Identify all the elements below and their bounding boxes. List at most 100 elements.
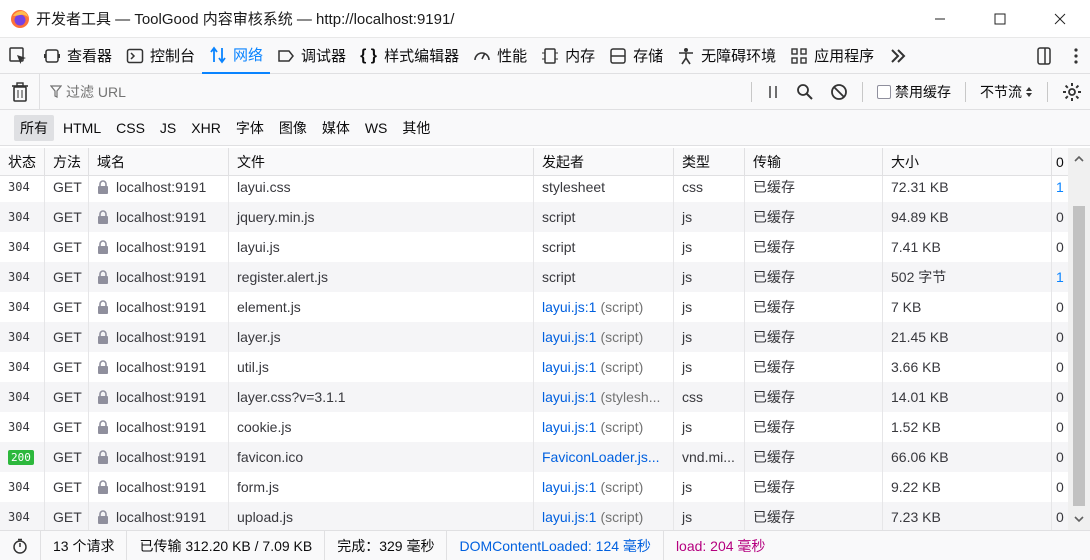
scroll-up-button[interactable] — [1068, 150, 1090, 168]
initiator-link[interactable]: layui.js:1 — [542, 359, 596, 375]
type-cell: js — [674, 202, 745, 232]
initiator-link[interactable]: layui.js:1 — [542, 389, 596, 405]
initiator-cell: layui.js:1 (script) — [534, 412, 674, 442]
initiator-link[interactable]: FaviconLoader.js... — [542, 449, 660, 465]
waterfall-cell: 0 — [1052, 292, 1068, 322]
element-picker-button[interactable] — [0, 38, 36, 74]
tab-memory[interactable]: 内存 — [534, 38, 602, 74]
devtools-tabbar: 查看器 控制台 网络 调试器 { } 样式编辑器 性能 内存 存储 无障碍环境 … — [0, 38, 1090, 74]
vertical-scrollbar[interactable] — [1068, 148, 1090, 530]
table-row[interactable]: 304 GET localhost:9191 cookie.js layui.js:1(… — [0, 412, 1068, 442]
column-transferred[interactable]: 传输 — [745, 148, 883, 176]
column-initiator[interactable]: 发起者 — [534, 148, 674, 176]
initiator-link[interactable]: layui.js:1 — [542, 509, 596, 525]
waterfall-cell: 1 — [1052, 172, 1068, 202]
table-row[interactable]: 304 GET localhost:9191 layui.css stylesheet c… — [0, 172, 1068, 202]
waterfall-cell: 1 — [1052, 262, 1068, 292]
filter-css-button[interactable]: CSS — [110, 117, 151, 139]
column-type[interactable]: 类型 — [674, 148, 745, 176]
tab-debugger[interactable]: 调试器 — [270, 38, 353, 74]
type-cell: js — [674, 322, 745, 352]
table-row[interactable]: 304 GET localhost:9191 util.js layui.js:1 (sc… — [0, 352, 1068, 382]
tab-label: 查看器 — [67, 48, 113, 65]
file-cell: form.js — [229, 472, 534, 502]
search-button[interactable] — [788, 74, 822, 110]
column-waterfall[interactable]: 0 — [1052, 148, 1068, 176]
initiator-cell: FaviconLoader.js... — [534, 442, 674, 472]
tab-storage[interactable]: 存储 — [602, 38, 670, 74]
lock-icon — [98, 420, 108, 434]
lock-icon — [98, 270, 108, 284]
filter-images-button[interactable]: 图像 — [273, 115, 313, 141]
filter-js-button[interactable]: JS — [154, 117, 182, 139]
transferred-text: 已缓存 — [753, 329, 795, 345]
table-row[interactable]: 304 GET localhost:9191 form.js layui.js:1 (sc… — [0, 472, 1068, 502]
method-text: GET — [53, 389, 82, 405]
file-name: register.alert.js — [237, 269, 329, 285]
column-size[interactable]: 大小 — [883, 148, 1052, 176]
divider — [751, 82, 752, 102]
tab-label: 样式编辑器 — [384, 48, 460, 65]
filter-url-input[interactable]: 过滤 URL — [50, 79, 750, 105]
disable-cache-toggle[interactable]: 禁用缓存 — [869, 74, 959, 110]
divider — [1047, 82, 1048, 102]
clear-button[interactable] — [0, 73, 40, 110]
scroll-down-button[interactable] — [1068, 510, 1090, 528]
filter-other-button[interactable]: 其他 — [396, 115, 436, 141]
column-file[interactable]: 文件 — [229, 148, 534, 176]
initiator-link[interactable]: layui.js:1 — [542, 329, 596, 345]
tab-network[interactable]: 网络 — [202, 38, 271, 74]
tab-style-editor[interactable]: { } 样式编辑器 — [353, 38, 466, 74]
column-method[interactable]: 方法 — [45, 148, 89, 176]
tab-performance[interactable]: 性能 — [466, 38, 534, 74]
settings-button[interactable] — [1054, 74, 1090, 110]
initiator-link[interactable]: layui.js:1 — [542, 419, 596, 435]
filter-ws-button[interactable]: WS — [359, 117, 394, 139]
table-row[interactable]: 304 GET localhost:9191 element.js layui.js:1… — [0, 292, 1068, 322]
method-cell: GET — [45, 232, 89, 262]
close-button[interactable] — [1030, 0, 1090, 38]
domain-text: localhost:9191 — [116, 389, 207, 405]
initiator-link[interactable]: layui.js:1 — [542, 299, 596, 315]
pause-button[interactable] — [758, 74, 788, 110]
filter-html-button[interactable]: HTML — [57, 117, 107, 139]
maximize-button[interactable] — [970, 0, 1030, 38]
table-row[interactable]: 304 GET localhost:9191 register.alert.js scr… — [0, 262, 1068, 292]
status-code: 304 — [8, 270, 30, 284]
column-domain[interactable]: 域名 — [89, 148, 229, 176]
table-row[interactable]: 200 GET localhost:9191 favicon.ico FaviconLo… — [0, 442, 1068, 472]
file-name: jquery.min.js — [237, 209, 315, 225]
throttling-select[interactable]: 不节流 — [972, 74, 1041, 110]
domain-text: localhost:9191 — [116, 179, 207, 195]
transferred-cell: 已缓存 — [745, 502, 883, 530]
more-tabs-button[interactable] — [881, 38, 915, 74]
file-cell: layui.js — [229, 232, 534, 262]
disable-cache-checkbox[interactable] — [877, 85, 891, 99]
tab-console[interactable]: 控制台 — [119, 38, 202, 74]
dock-toggle-button[interactable] — [1026, 38, 1062, 74]
minimize-button[interactable] — [910, 0, 970, 38]
table-row[interactable]: 304 GET localhost:9191 layer.js layui.js:1 (s… — [0, 322, 1068, 352]
tab-inspector[interactable]: 查看器 — [36, 38, 119, 74]
domain-text: localhost:9191 — [116, 329, 207, 345]
scroll-thumb[interactable] — [1073, 206, 1085, 506]
initiator-text: script — [542, 209, 576, 225]
initiator-link[interactable]: layui.js:1 — [542, 479, 596, 495]
file-cell: layer.js — [229, 322, 534, 352]
filter-xhr-button[interactable]: XHR — [185, 117, 227, 139]
table-row[interactable]: 304 GET localhost:9191 layer.css?v=3.1.1 lay… — [0, 382, 1068, 412]
table-row[interactable]: 304 GET localhost:9191 jquery.min.js script j… — [0, 202, 1068, 232]
options-menu-button[interactable] — [1062, 38, 1090, 74]
type-cell: css — [674, 172, 745, 202]
filter-media-button[interactable]: 媒体 — [316, 115, 356, 141]
filter-all-button[interactable]: 所有 — [14, 114, 54, 141]
tab-accessibility[interactable]: 无障碍环境 — [670, 38, 783, 74]
domain-cell: localhost:9191 — [89, 472, 229, 502]
table-row[interactable]: 304 GET localhost:9191 layui.js script js 已缓存 7… — [0, 232, 1068, 262]
block-button[interactable] — [822, 74, 856, 110]
column-status[interactable]: 状态 — [0, 148, 45, 176]
filter-fonts-button[interactable]: 字体 — [230, 115, 270, 141]
table-row[interactable]: 304 GET localhost:9191 upload.js layui.js:1(… — [0, 502, 1068, 530]
tab-application[interactable]: 应用程序 — [783, 38, 881, 74]
performance-analysis-button[interactable] — [0, 530, 41, 560]
